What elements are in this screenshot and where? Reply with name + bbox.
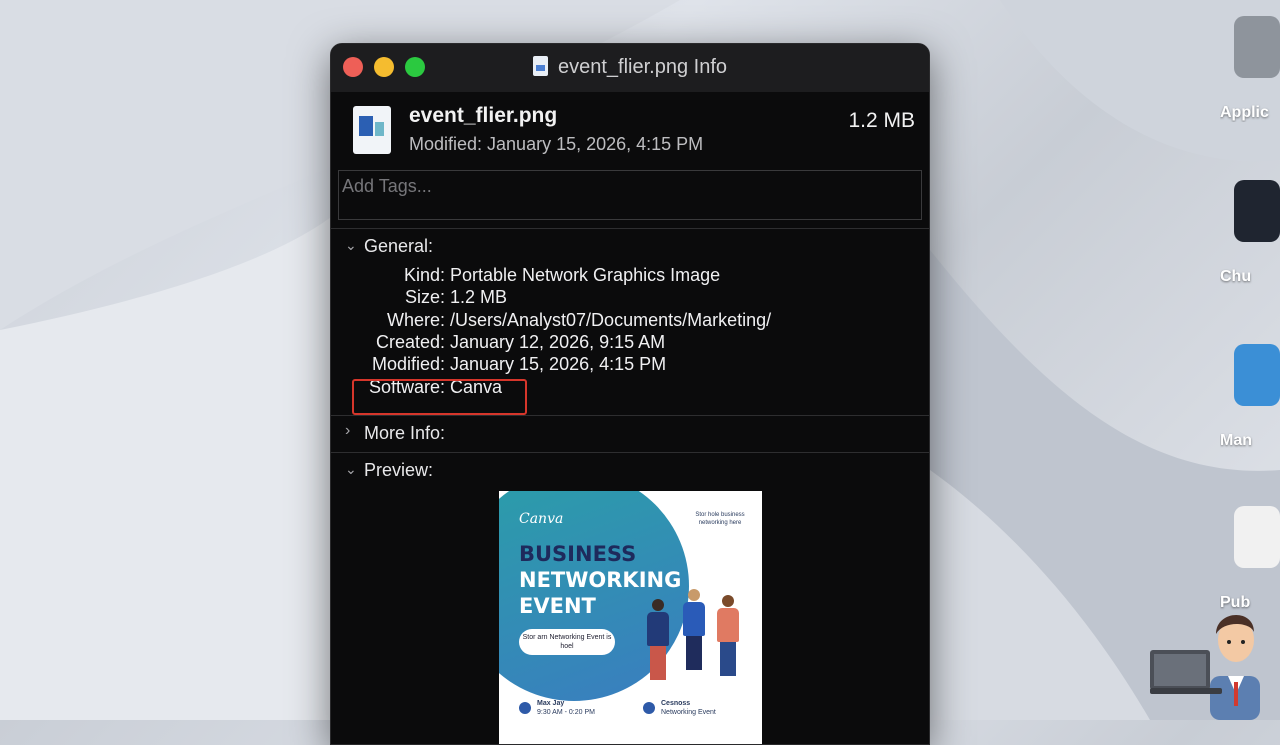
chevron-down-icon: ⌄ — [345, 237, 357, 253]
desktop-icon-label: Applic — [1220, 104, 1269, 121]
flier-headline-line: BUSINESS — [519, 542, 637, 566]
flier-info-title: Max Jay — [537, 700, 565, 707]
info-value: Portable Network Graphics Image — [450, 265, 721, 285]
divider — [331, 415, 929, 416]
flier-info-location: Cesnoss Networking Event — [643, 699, 716, 717]
chevron-down-icon: ⌄ — [345, 461, 357, 477]
flier-button: Stor arn Networking Event is hoel — [519, 629, 615, 655]
info-value: January 12, 2026, 9:15 AM — [450, 332, 666, 352]
app-icon — [1234, 180, 1280, 242]
desktop-icon-man[interactable]: Man — [1220, 344, 1280, 450]
software-highlight-box — [352, 379, 527, 415]
section-more-info-title: More Info: — [364, 423, 446, 443]
png-file-icon — [353, 106, 391, 154]
desktop-icon-chu[interactable]: Chu — [1220, 180, 1280, 286]
document-icon — [532, 56, 548, 76]
flier-brand: Canva — [519, 511, 564, 527]
desktop-icon-pub[interactable]: Pub — [1220, 506, 1280, 612]
info-window: event_flier.png Info event_flier.png Mod… — [330, 43, 930, 745]
person-illustration — [717, 595, 739, 676]
tags-input[interactable] — [339, 171, 921, 219]
document-icon — [1234, 506, 1280, 568]
presenter-avatar — [1150, 614, 1260, 720]
section-general-title: General: — [364, 236, 434, 256]
divider — [331, 228, 929, 229]
file-size: 1.2 MB — [848, 109, 915, 132]
person-illustration — [647, 599, 669, 680]
flier-info-title: Cesnoss — [661, 700, 691, 707]
preview-section: Canva Stor hole business networking here… — [331, 485, 929, 744]
window-title-text: event_flier.png Info — [557, 56, 727, 78]
flier-tagline: Stor hole business networking here — [695, 512, 745, 526]
section-more-info-toggle[interactable]: › More Info: — [331, 418, 929, 448]
general-section: Kind: Portable Network Graphics Image Si… — [331, 261, 929, 415]
desktop-icon-applications[interactable]: Applic — [1220, 16, 1280, 122]
file-modified: Modified: January 15, 2026, 4:15 PM — [409, 134, 704, 154]
window-title: event_flier.png Info — [331, 56, 929, 79]
flier-info-sub: Networking Event — [661, 709, 716, 716]
divider — [331, 452, 929, 453]
file-name: event_flier.png — [409, 104, 558, 127]
file-header: event_flier.png Modified: January 15, 20… — [331, 92, 929, 170]
preview-image: Canva Stor hole business networking here… — [499, 491, 762, 744]
section-preview-title: Preview: — [364, 460, 434, 480]
desktop-icon-label: Chu — [1220, 268, 1252, 285]
section-preview-toggle[interactable]: ⌄ Preview: — [331, 455, 929, 485]
info-value: January 15, 2026, 4:15 PM — [450, 354, 667, 374]
info-value: 1.2 MB — [450, 287, 508, 307]
info-label: Where: — [386, 310, 445, 330]
flier-info-date: Max Jay 9:30 AM - 0:20 PM — [519, 699, 595, 717]
title-bar[interactable]: event_flier.png Info — [331, 44, 929, 92]
hard-drive-icon — [1234, 16, 1280, 78]
person-illustration — [683, 589, 705, 670]
info-label: Size: — [404, 287, 445, 307]
flier-info-sub: 9:30 AM - 0:20 PM — [537, 709, 595, 716]
section-general-toggle[interactable]: ⌄ General: — [331, 231, 929, 261]
info-label: Modified: — [371, 354, 445, 374]
edge-icon — [1234, 344, 1280, 406]
info-label: Kind: — [403, 265, 445, 285]
desktop-icon-label: Man — [1220, 432, 1252, 449]
flier-headline-line: NETWORKING — [519, 568, 682, 592]
tags-field-container — [338, 170, 922, 220]
info-value[interactable]: /Users/Analyst07/Documents/Marketing/ — [450, 310, 771, 331]
chevron-right-icon: › — [345, 422, 351, 439]
info-label: Created: — [375, 332, 445, 352]
